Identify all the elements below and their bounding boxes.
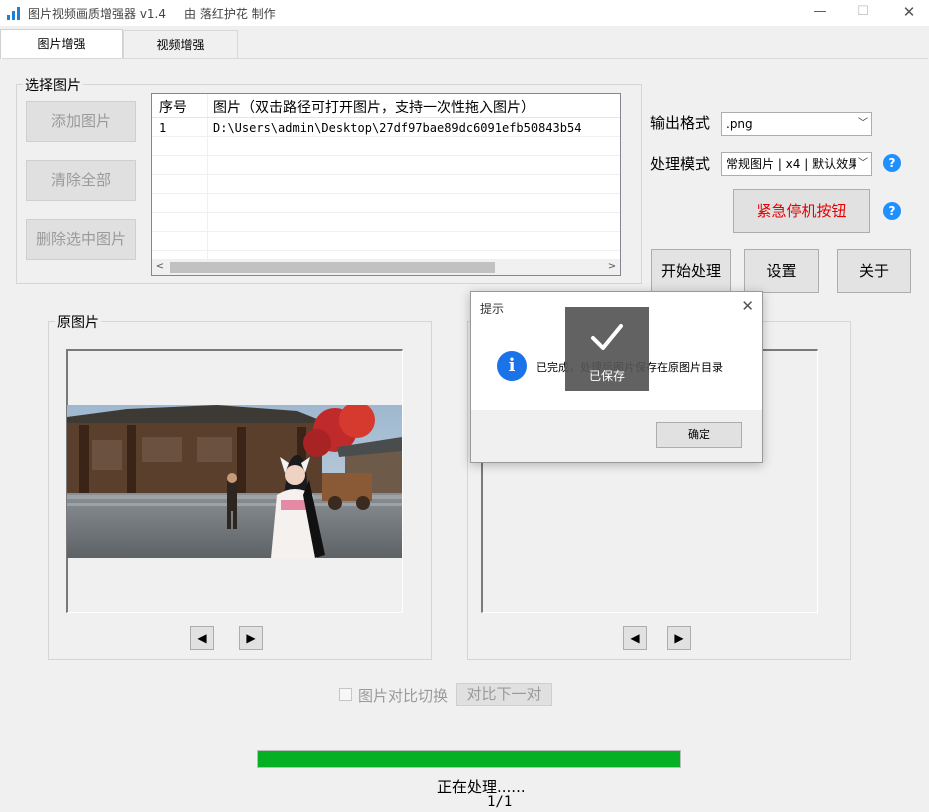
app-window: 图片视频画质增强器 v1.4 由 落红护花 制作 — ☐ ✕ 图片增强 视频增强… [0, 0, 929, 812]
original-next-button[interactable]: ▶ [239, 626, 263, 650]
image-list[interactable]: 序号 图片（双击路径可打开图片，支持一次性拖入图片） 1 D:\Users\ad… [151, 93, 621, 276]
row-path[interactable]: D:\Users\admin\Desktop\27df97bae89dc6091… [213, 121, 581, 135]
add-image-button[interactable]: 添加图片 [26, 101, 136, 142]
original-image-label: 原图片 [55, 312, 101, 332]
table-row[interactable]: 1 D:\Users\admin\Desktop\27df97bae89dc60… [152, 119, 620, 137]
list-header: 序号 图片（双击路径可打开图片，支持一次性拖入图片） [152, 94, 620, 118]
row-index: 1 [159, 121, 167, 135]
app-chart-icon [7, 7, 20, 20]
compare-next-pair-button[interactable]: 对比下一对 [456, 683, 552, 706]
result-prev-button[interactable]: ◀ [623, 626, 647, 650]
mode-help-icon[interactable]: ? [883, 154, 901, 172]
progress-bar [257, 750, 681, 768]
empty-row [152, 138, 620, 156]
window-title: 图片视频画质增强器 v1.4 [28, 7, 167, 21]
output-format-select[interactable]: .png ﹀ [721, 112, 872, 136]
toast-text: 已保存 [588, 369, 625, 383]
emergency-stop-button[interactable]: 紧急停机按钮 [733, 189, 870, 233]
empty-row [152, 233, 620, 251]
result-next-button[interactable]: ▶ [667, 626, 691, 650]
delete-selected-button[interactable]: 删除选中图片 [26, 219, 136, 260]
chevron-down-icon: ﹀ [856, 153, 868, 175]
original-prev-button[interactable]: ◀ [190, 626, 214, 650]
minimize-button[interactable]: — [797, 0, 843, 26]
output-format-label: 输出格式 [650, 114, 711, 132]
checkmark-icon [591, 324, 623, 350]
progress-counter: 1/1 [487, 794, 513, 810]
original-image [67, 405, 402, 558]
horizontal-scrollbar[interactable]: < > [152, 259, 620, 275]
settings-button[interactable]: 设置 [744, 249, 819, 293]
progress-fill [258, 751, 680, 767]
dialog-close-icon[interactable]: ✕ [741, 297, 754, 315]
saved-toast: 已保存 [565, 307, 649, 391]
empty-row [152, 176, 620, 194]
window-author: 由 落红护花 制作 [184, 7, 276, 21]
empty-row [152, 157, 620, 175]
column-header-index[interactable]: 序号 [159, 97, 187, 117]
info-icon: i [497, 351, 527, 381]
about-button[interactable]: 关于 [837, 249, 911, 293]
scroll-right-icon[interactable]: > [604, 259, 620, 275]
dialog-title: 提示 [480, 302, 505, 316]
title-bar: 图片视频画质增强器 v1.4 由 落红护花 制作 — ☐ ✕ [0, 0, 929, 26]
scrollbar-thumb[interactable] [170, 262, 495, 273]
compare-toggle-checkbox[interactable] [339, 688, 352, 701]
dialog-ok-button[interactable]: 确定 [656, 422, 742, 448]
close-button[interactable]: ✕ [886, 0, 929, 26]
maximize-button[interactable]: ☐ [840, 0, 886, 26]
start-process-button[interactable]: 开始处理 [651, 249, 731, 293]
compare-toggle-label[interactable]: 图片对比切换 [358, 685, 448, 706]
empty-row [152, 214, 620, 232]
mode-select[interactable]: 常规图片 | x4 | 默认效果 ﹀ [721, 152, 872, 176]
emergency-help-icon[interactable]: ? [883, 202, 901, 220]
clear-all-button[interactable]: 清除全部 [26, 160, 136, 201]
dialog-footer: 确定 [471, 410, 762, 462]
mode-value: 常规图片 | x4 | 默认效果 [726, 157, 861, 171]
chevron-down-icon: ﹀ [858, 118, 868, 129]
select-images-label: 选择图片 [23, 75, 83, 95]
status-text: 正在处理...... [437, 778, 526, 796]
mode-label: 处理模式 [650, 155, 711, 173]
output-format-value: .png [726, 117, 753, 131]
scroll-left-icon[interactable]: < [152, 259, 168, 275]
column-header-path[interactable]: 图片（双击路径可打开图片，支持一次性拖入图片） [213, 97, 535, 117]
empty-row [152, 195, 620, 213]
tab-image-enhance[interactable]: 图片增强 [0, 29, 123, 59]
tab-video-enhance[interactable]: 视频增强 [123, 30, 238, 59]
